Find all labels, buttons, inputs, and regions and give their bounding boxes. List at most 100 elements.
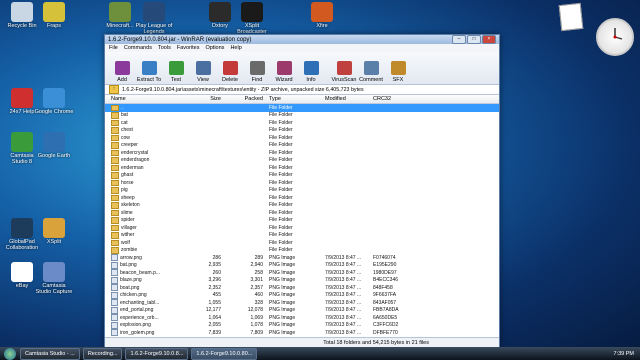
cell-size: 1,055 [208,299,221,306]
table-row[interactable]: spider File Folder [105,217,499,225]
table-row[interactable]: wither File Folder [105,232,499,240]
cell-name: endercrystal [105,149,181,156]
folder-icon [111,209,119,216]
cell-name: spider [105,217,181,224]
toolbar-button[interactable]: View [190,53,216,83]
column-size[interactable]: Size [181,96,223,102]
table-row[interactable]: wolf File Folder [105,239,499,247]
taskbar-button[interactable]: 1.6.2-Forge9.10.0.80... [191,347,258,360]
start-button[interactable] [4,347,16,360]
taskbar-button[interactable]: Camtasia Studio - ... [20,347,80,360]
table-row[interactable]: chest File Folder [105,127,499,135]
toolbar-icon [303,61,319,75]
desktop-icon[interactable]: Fraps [34,2,74,29]
column-name[interactable]: Name [105,96,181,102]
toolbar-button[interactable]: Add [109,53,135,83]
table-row[interactable]: enchanting_tabl... 1,055 328 PNG Image 7/9/2… [105,299,499,307]
table-row[interactable]: horse File Folder [105,179,499,187]
column-header: Name Size Packed Type Modified CRC32 [105,95,499,104]
tray-clock[interactable]: 7:39 PM [614,351,640,357]
table-row[interactable]: pig File Folder [105,187,499,195]
column-crc32[interactable]: CRC32 [369,96,413,102]
table-row[interactable]: cow File Folder [105,134,499,142]
app-icon [43,132,65,152]
toolbar-button[interactable]: Test [163,53,189,83]
image-file-icon [111,329,118,337]
table-row[interactable]: .. File Folder [105,104,499,112]
desktop-icon[interactable]: Play League of Legends [134,2,174,35]
toolbar-button[interactable]: Info [298,53,324,83]
title-bar[interactable]: 1.6.2-Forge9.10.0.804.jar - WinRAR (eval… [105,35,499,44]
toolbar-button[interactable]: Find [244,53,270,83]
column-type[interactable]: Type [265,96,321,102]
toolbar-label: Info [306,77,316,83]
table-row[interactable]: creeper File Folder [105,142,499,150]
table-row[interactable]: bat.png 2,935 2,940 PNG Image 7/9/2013 8:47 … [105,261,499,270]
table-row[interactable]: sheep File Folder [105,194,499,202]
cell-type: File Folder [269,172,293,179]
desktop-icon[interactable]: Camtasia Studio Capture [34,262,74,295]
table-row[interactable]: skeleton File Folder [105,202,499,210]
app-icon [11,132,33,152]
taskbar-button[interactable]: Recording... [82,347,123,360]
close-button[interactable]: × [482,35,496,44]
table-row[interactable]: villager File Folder [105,224,499,232]
menu-item[interactable]: Options [205,45,224,51]
table-row[interactable]: ghast File Folder [105,172,499,180]
toolbar-button[interactable]: Comment [358,53,384,83]
maximize-button[interactable]: □ [467,35,481,44]
cell-name: wither [105,232,181,239]
file-name: wolf [121,239,130,246]
toolbar-button[interactable]: Wizard [271,53,297,83]
cell-modified: 7/9/2013 8:47 ... [325,254,362,261]
table-row[interactable]: zombie File Folder [105,247,499,255]
winrar-window[interactable]: 1.6.2-Forge9.10.0.804.jar - WinRAR (eval… [104,34,500,348]
minimize-button[interactable]: – [452,35,466,44]
table-row[interactable]: cat File Folder [105,119,499,127]
menu-item[interactable]: Help [230,45,241,51]
toolbar-icon [195,61,211,75]
desktop-icon[interactable]: XSplit [34,218,74,245]
table-row[interactable]: endercrystal File Folder [105,149,499,157]
toolbar-button[interactable]: Delete [217,53,243,83]
app-icon [11,2,33,22]
table-row[interactable]: iron_golem.png 7,839 7,809 PNG Image 7/9/201… [105,329,499,337]
table-row[interactable]: enderman File Folder [105,164,499,172]
taskbar-button[interactable]: 1.6.2-Forge9.10.0.8... [125,347,189,360]
file-list[interactable]: .. File Folder bat File Folder cat File Folde… [105,104,499,337]
column-modified[interactable]: Modified [321,96,369,102]
table-row[interactable]: explosion.png 2,055 1,078 PNG Image 7/9/2013… [105,321,499,330]
toolbar-button[interactable]: Extract To [136,53,162,83]
table-row[interactable]: chicken.png 455 460 PNG Image 7/9/2013 8:47 … [105,291,499,300]
desktop-icon[interactable]: Google Chrome [34,88,74,115]
cell-type: File Folder [269,232,293,239]
menu-item[interactable]: Favorites [177,45,200,51]
desktop-icon[interactable]: Google Earth [34,132,74,159]
archive-path[interactable]: 1.6.2-Forge9.10.0.804.jar\assets\minecra… [122,87,364,93]
table-row[interactable]: bat File Folder [105,112,499,120]
table-row[interactable]: beacon_beam.p... 260 258 PNG Image 7/9/2013 … [105,269,499,277]
file-name: zombie [121,247,138,254]
table-row[interactable]: boat.png 2,352 2,357 PNG Image 7/9/2013 8:47… [105,284,499,292]
menu-item[interactable]: Commands [124,45,152,51]
desktop-icon[interactable]: Xfire [302,2,342,29]
toolbar-button[interactable]: SFX [385,53,411,83]
table-row[interactable]: end_portal.png 12,177 12,078 PNG Image 7/9/2… [105,306,499,315]
table-row[interactable]: blaze.png 3,296 3,301 PNG Image 7/9/2013 8:4… [105,276,499,285]
menu-item[interactable]: File [109,45,118,51]
menu-item[interactable]: Tools [158,45,171,51]
table-row[interactable]: arrow.png 286 289 PNG Image 7/9/2013 8:47 ..… [105,254,499,262]
cell-type: File Folder [269,142,293,149]
up-folder-button[interactable]: ↑ [109,85,119,94]
toolbar-button[interactable]: VirusScan [331,53,357,83]
desktop-icon[interactable]: XSplit Broadcaster [232,2,272,35]
table-row[interactable]: enderdragon File Folder [105,157,499,165]
folder-icon [111,119,119,126]
column-packed[interactable]: Packed [223,96,265,102]
folder-icon [111,247,119,254]
table-row[interactable]: slime File Folder [105,209,499,217]
cell-name: explosion.png [105,321,181,329]
toolbar-icon [276,61,292,75]
table-row[interactable]: experience_orb... 1,064 1,069 PNG Image 7/9/… [105,314,499,322]
cell-name: enchanting_tabl... [105,299,181,307]
